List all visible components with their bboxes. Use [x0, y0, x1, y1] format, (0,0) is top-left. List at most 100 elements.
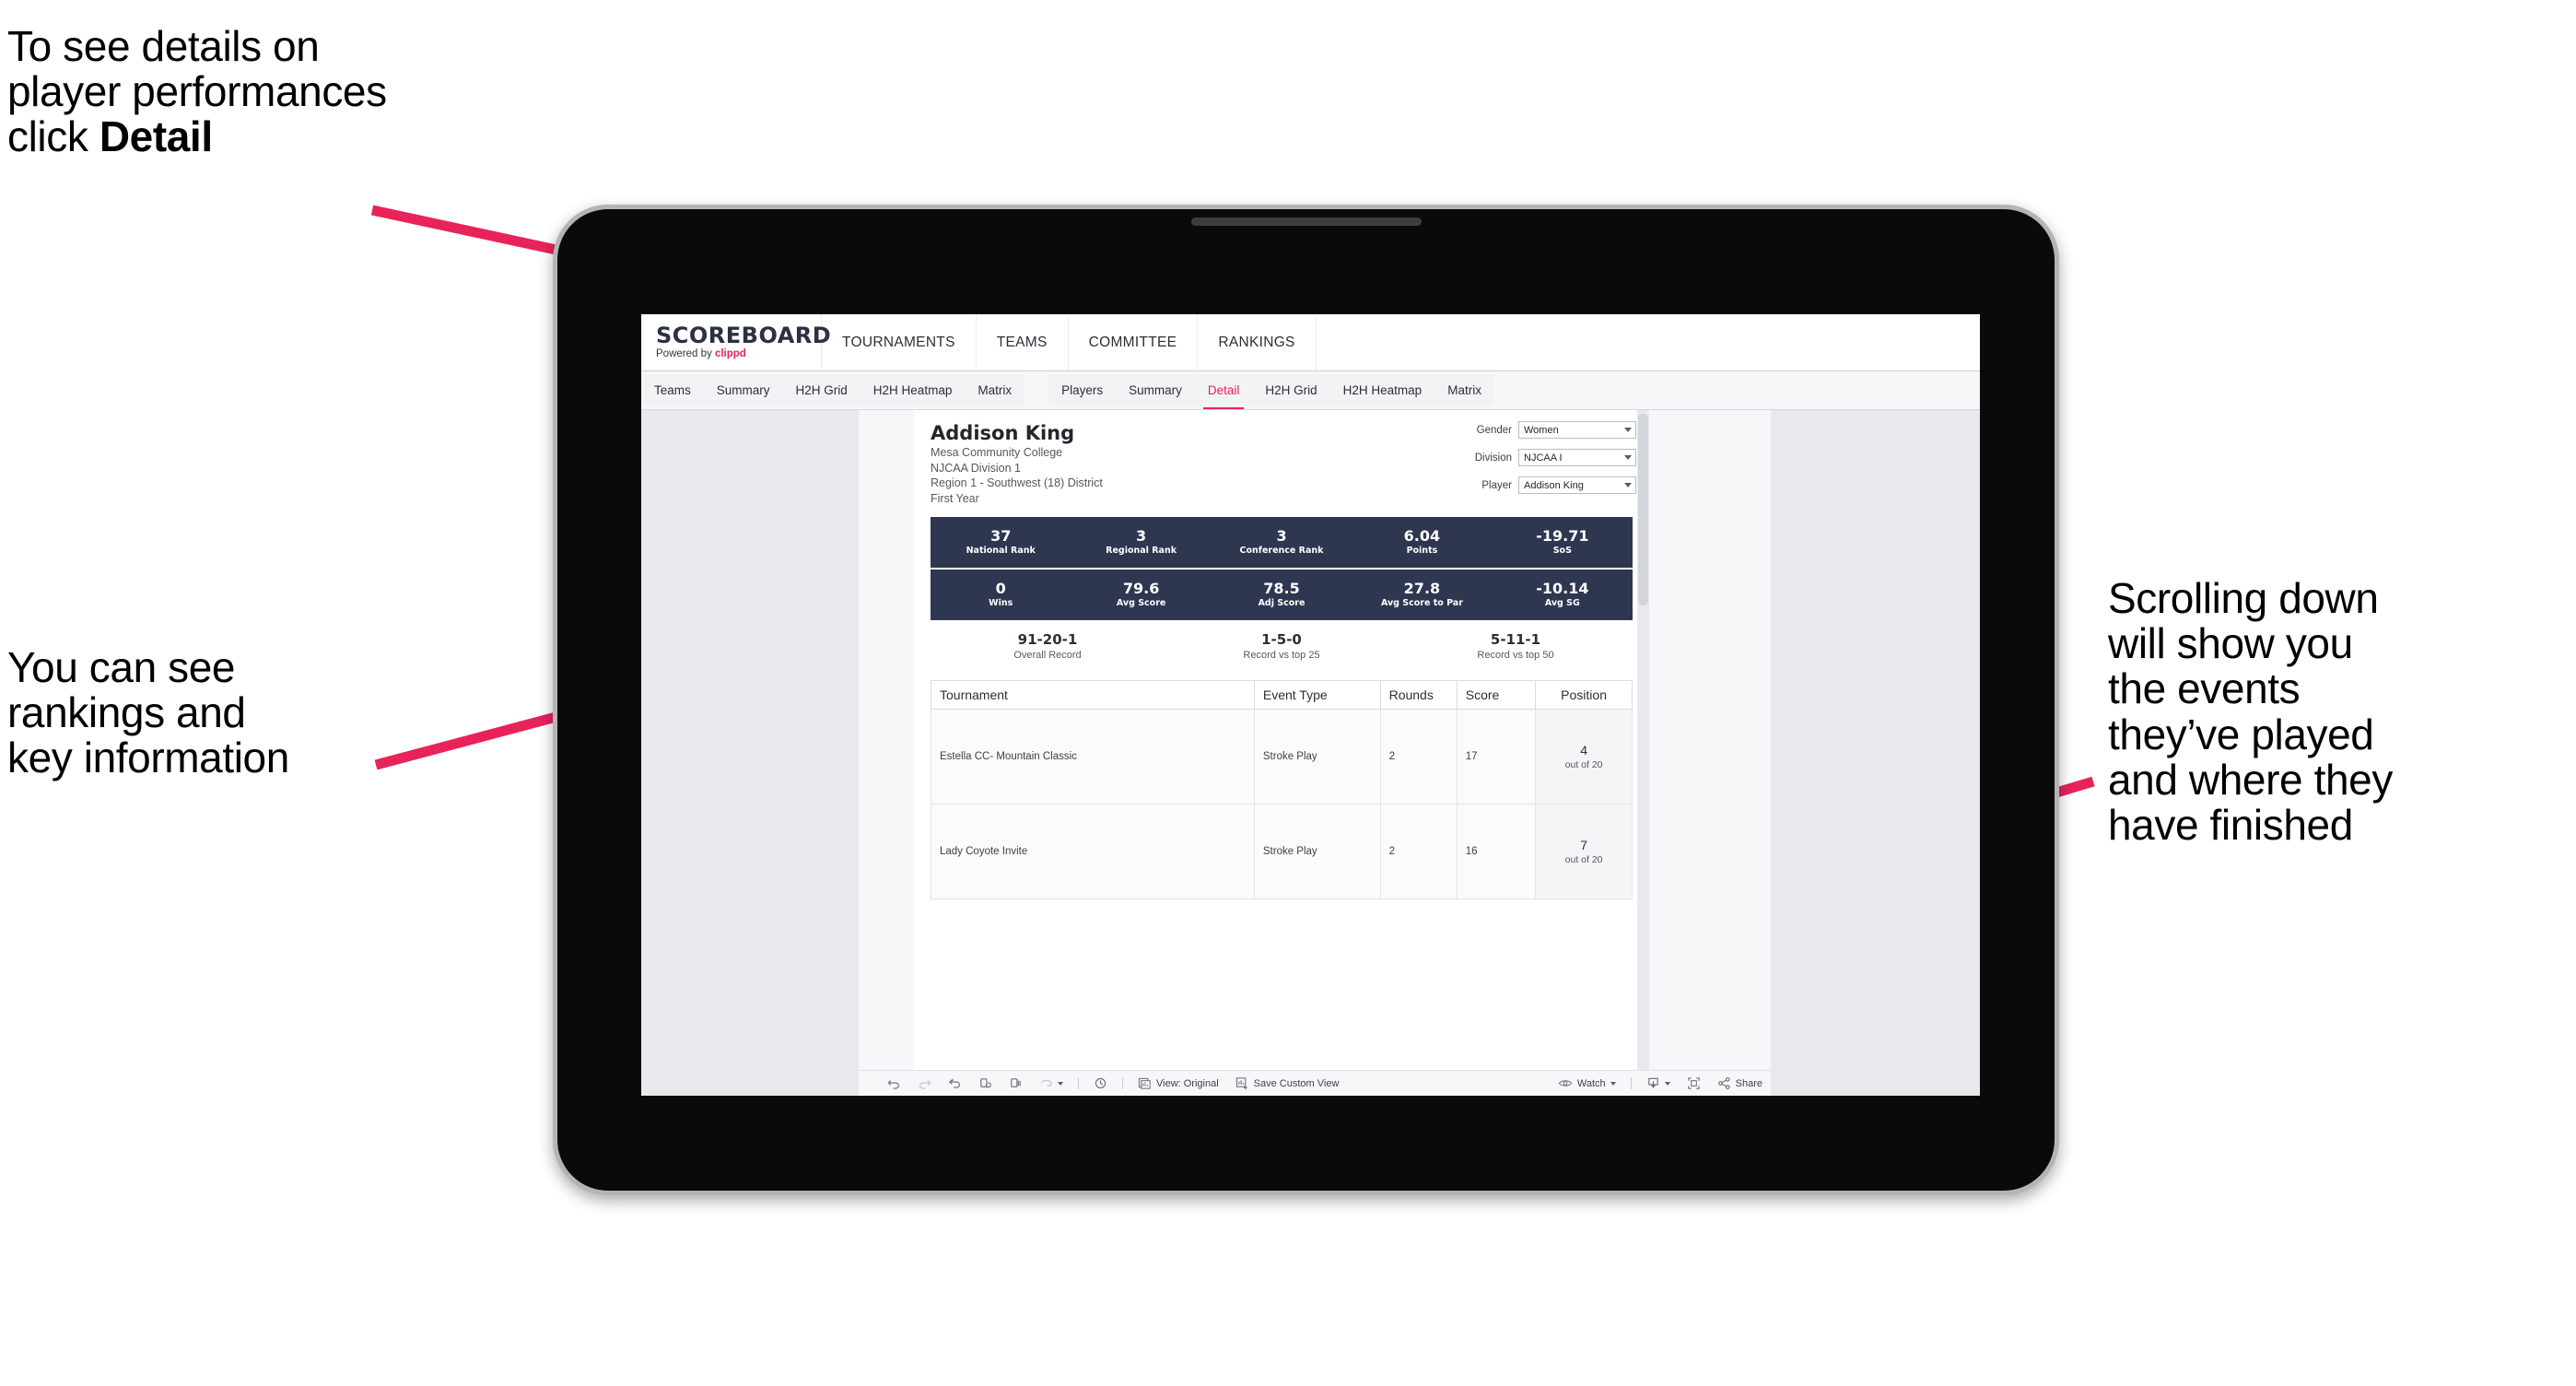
stat-sos: -19.71 SoS: [1493, 517, 1633, 568]
refresh-button[interactable]: [970, 1071, 1001, 1096]
filter-division-select[interactable]: NJCAA I: [1518, 449, 1636, 466]
stats-bar-scoring: 0 Wins 79.6 Avg Score 78.5 Adj Score 27.…: [931, 570, 1633, 620]
loop-icon: [1041, 1080, 1052, 1086]
pause-button[interactable]: [1001, 1071, 1031, 1096]
table-row[interactable]: Estella CC- Mountain Classic Stroke Play…: [931, 709, 1633, 805]
column-header-rounds[interactable]: Rounds: [1379, 680, 1458, 710]
redo-button[interactable]: [909, 1071, 940, 1096]
loop-dropdown-button[interactable]: [1031, 1071, 1071, 1096]
table-row[interactable]: Lady Coyote Invite Stroke Play 2 16 7 ou…: [931, 804, 1633, 899]
cell-position: 4 out of 20: [1535, 709, 1633, 805]
redo-icon: [919, 1080, 931, 1089]
vertical-scrollbar-thumb[interactable]: [1638, 414, 1648, 605]
pause-auto-update-button[interactable]: [1085, 1071, 1116, 1096]
cell-event-type: Stroke Play: [1253, 804, 1381, 899]
brand-powered-prefix: Powered by: [656, 348, 715, 360]
topnav-tournaments[interactable]: TOURNAMENTS: [822, 314, 977, 370]
cell-tournament: Lady Coyote Invite: [931, 804, 1255, 899]
stat-label: Points: [1406, 546, 1438, 557]
fullscreen-button[interactable]: [1679, 1071, 1709, 1096]
share-button[interactable]: Share: [1709, 1071, 1771, 1096]
stat-points: 6.04 Points: [1352, 517, 1492, 568]
record-label: Record vs top 50: [1477, 650, 1554, 661]
subnav-players[interactable]: Players: [1048, 374, 1116, 406]
position-number: 4: [1580, 743, 1587, 758]
subnav-players-h2h-grid[interactable]: H2H Grid: [1252, 374, 1329, 406]
download-button[interactable]: [1638, 1071, 1679, 1096]
watch-button[interactable]: Watch: [1550, 1071, 1624, 1096]
sub-navigation: Teams Summary H2H Grid H2H Heatmap Matri…: [641, 371, 1980, 410]
filter-panel: Gender Women Division NJCAA I Player Add…: [1475, 421, 1636, 494]
subnav-teams-h2h-heatmap[interactable]: H2H Heatmap: [861, 374, 966, 406]
subnav-teams-summary[interactable]: Summary: [704, 374, 783, 406]
stat-value: 0: [995, 579, 1006, 597]
subnav-players-detail[interactable]: Detail: [1195, 374, 1253, 409]
player-name: Addison King: [931, 422, 1075, 444]
brand-logo[interactable]: SCOREBOARD Powered by clippd: [641, 314, 831, 370]
undo-button[interactable]: [879, 1071, 909, 1096]
dashboard-toolbar: View: Original Save Custom View Watch Sh…: [859, 1070, 1771, 1096]
records-row: 91-20-1 Overall Record 1-5-0 Record vs t…: [931, 631, 1633, 661]
subnav-teams[interactable]: Teams: [641, 374, 704, 406]
toolbar-divider: [1122, 1077, 1123, 1089]
toolbar-divider: [1630, 1077, 1632, 1089]
filter-player-select[interactable]: Addison King: [1518, 476, 1636, 494]
share-label: Share: [1735, 1077, 1762, 1089]
revert-button[interactable]: [940, 1071, 970, 1096]
download-icon: [1647, 1077, 1658, 1088]
tournaments-table: Tournament Event Type Rounds Score Posit…: [931, 680, 1633, 899]
cell-position: 7 out of 20: [1535, 804, 1633, 899]
fullscreen-icon: [1687, 1077, 1700, 1089]
subnav-teams-matrix[interactable]: Matrix: [965, 374, 1025, 406]
filter-player-row: Player Addison King: [1475, 476, 1636, 494]
stats-bar-rankings: 37 National Rank 3 Regional Rank 3 Confe…: [931, 517, 1633, 568]
cell-rounds: 2: [1379, 709, 1458, 805]
record-label: Overall Record: [1013, 650, 1082, 661]
filter-division-label: Division: [1474, 452, 1512, 464]
column-header-event-type[interactable]: Event Type: [1253, 680, 1381, 710]
subnav-players-summary[interactable]: Summary: [1116, 374, 1195, 406]
stat-value: 79.6: [1122, 579, 1160, 597]
player-school: Mesa Community College: [931, 446, 1063, 460]
player-detail-card: Addison King Mesa Community College NJCA…: [914, 410, 1649, 1070]
position-number: 7: [1580, 838, 1587, 853]
toolbar-divider: [1078, 1077, 1079, 1089]
annotation-detail-callout: To see details on player performances cl…: [7, 23, 615, 160]
topnav-teams[interactable]: TEAMS: [977, 314, 1069, 370]
save-view-icon: [1235, 1077, 1247, 1090]
watch-label: Watch: [1576, 1077, 1606, 1089]
stat-value: 6.04: [1403, 526, 1441, 545]
filter-gender-select[interactable]: Women: [1518, 421, 1636, 439]
visualization-area: Addison King Mesa Community College NJCA…: [641, 410, 1980, 1096]
player-year: First Year: [931, 491, 979, 505]
undo-icon: [887, 1080, 899, 1089]
column-header-tournament[interactable]: Tournament: [931, 680, 1255, 710]
stat-avg-score-to-par: 27.8 Avg Score to Par: [1352, 570, 1492, 620]
slide-canvas: To see details on player performances cl…: [0, 0, 2576, 1386]
topnav-committee[interactable]: COMMITTEE: [1069, 314, 1199, 370]
stat-label: Avg Score to Par: [1380, 598, 1463, 609]
top-navigation: TOURNAMENTS TEAMS COMMITTEE RANKINGS: [822, 314, 1317, 370]
app-header: SCOREBOARD Powered by clippd TOURNAMENTS…: [641, 314, 1980, 371]
subnav-players-matrix[interactable]: Matrix: [1434, 374, 1494, 406]
vertical-scrollbar-track[interactable]: [1637, 410, 1649, 1070]
stat-national-rank: 37 National Rank: [931, 517, 1071, 568]
subnav-group-players: Players Summary Detail H2H Grid H2H Heat…: [1048, 374, 1494, 409]
filter-gender-label: Gender: [1476, 424, 1512, 436]
topnav-rankings[interactable]: RANKINGS: [1198, 314, 1317, 370]
player-header: Addison King Mesa Community College NJCA…: [931, 421, 1103, 506]
column-header-score[interactable]: Score: [1456, 680, 1537, 710]
column-header-position[interactable]: Position: [1535, 680, 1633, 710]
view-original-button[interactable]: View: Original: [1130, 1071, 1227, 1096]
save-custom-view-label: Save Custom View: [1253, 1077, 1340, 1089]
chevron-down-icon: [1058, 1081, 1063, 1086]
subnav-teams-h2h-grid[interactable]: H2H Grid: [783, 374, 861, 406]
annotation-rankings-callout: You can see rankings and key information: [7, 643, 289, 782]
cell-score: 16: [1456, 804, 1537, 899]
save-custom-view-button[interactable]: Save Custom View: [1227, 1071, 1348, 1096]
refresh-icon: [980, 1078, 991, 1088]
clock-icon: [1095, 1077, 1107, 1089]
subnav-players-h2h-heatmap[interactable]: H2H Heatmap: [1330, 374, 1435, 406]
filter-player-value: Addison King: [1524, 479, 1584, 491]
player-division: NJCAA Division 1: [931, 461, 1021, 475]
